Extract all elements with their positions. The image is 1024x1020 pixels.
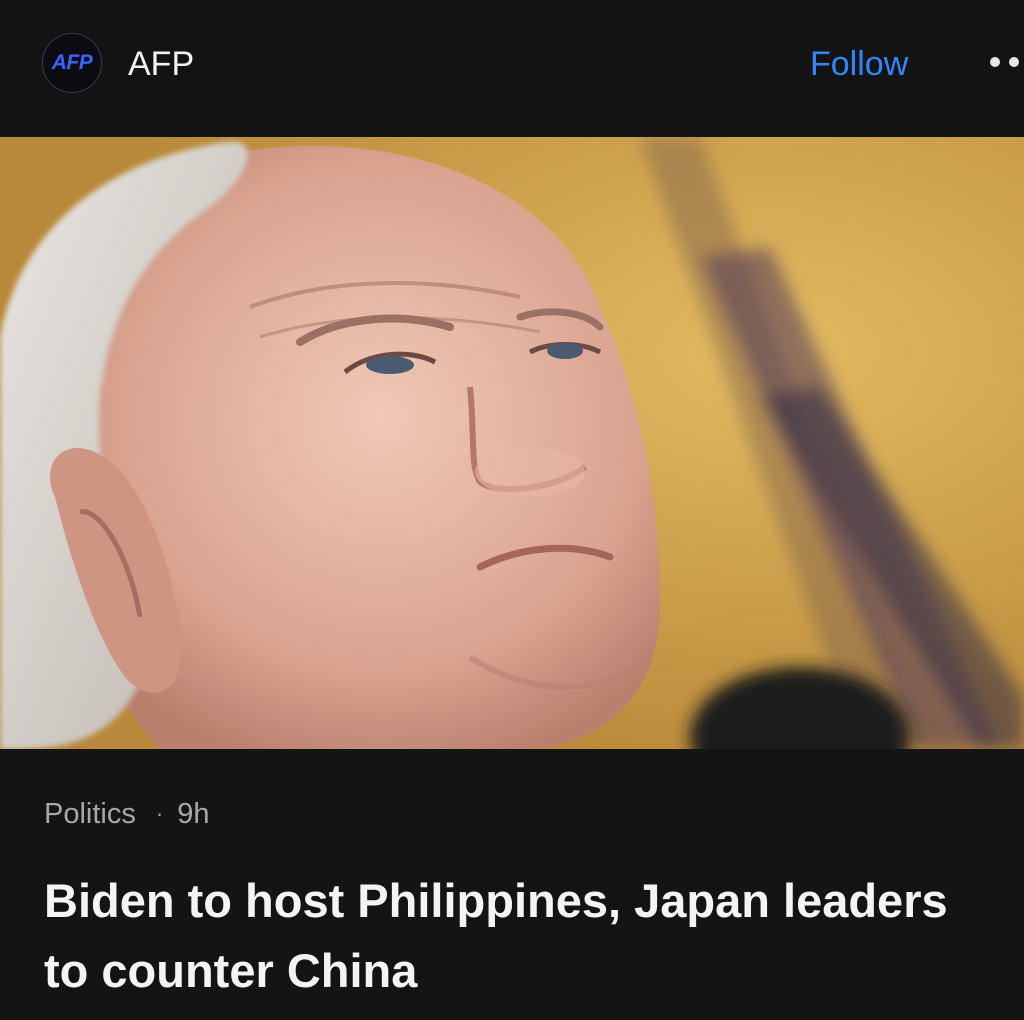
afp-logo: AFP bbox=[51, 51, 93, 74]
article-headline[interactable]: Biden to host Philippines, Japan leaders… bbox=[44, 866, 1024, 1006]
meta-separator: · bbox=[155, 801, 164, 826]
more-dots-icon[interactable] bbox=[990, 57, 1019, 67]
dot bbox=[990, 57, 1000, 67]
article-age: 9h bbox=[177, 798, 210, 830]
category-label[interactable]: Politics bbox=[44, 796, 136, 832]
dot bbox=[1009, 57, 1019, 67]
headline-line-1: Biden to host Philippines, Japan leaders bbox=[44, 874, 948, 927]
article-header: AFP AFP Follow bbox=[0, 0, 1024, 136]
headline-line-2: to counter China bbox=[44, 944, 418, 997]
follow-button[interactable]: Follow bbox=[810, 44, 908, 84]
article-meta: Politics · 9h bbox=[44, 796, 209, 832]
source-name[interactable]: AFP bbox=[128, 44, 194, 84]
source-avatar[interactable]: AFP bbox=[42, 33, 102, 93]
article-photo[interactable] bbox=[0, 137, 1024, 749]
